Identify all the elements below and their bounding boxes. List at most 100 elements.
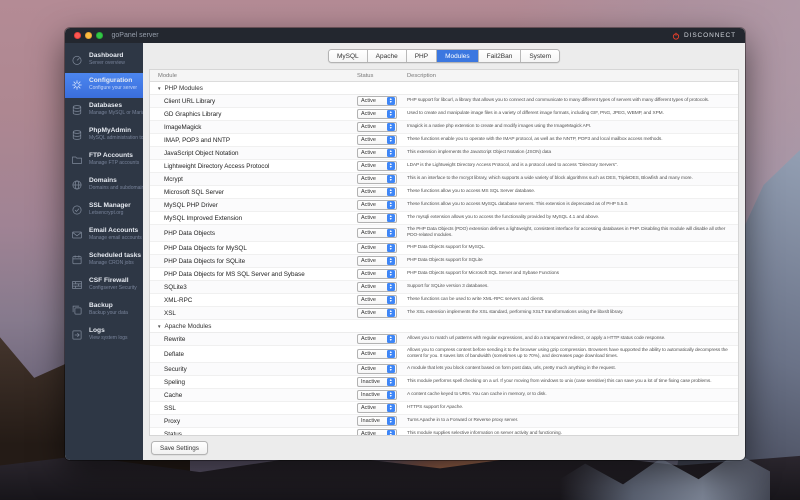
group-row-apache-modules[interactable]: ▼ Apache Modules [150, 320, 738, 333]
status-cell: Active ▲ ▼ [357, 243, 403, 253]
group-label: PHP Modules [164, 84, 203, 92]
status-select[interactable]: Active ▲ ▼ [357, 403, 397, 413]
sidebar-item-sublabel: Configserver Security [89, 285, 137, 291]
sidebar-item-backup[interactable]: Backup Backup your data [65, 298, 143, 323]
tab-php[interactable]: PHP [406, 50, 438, 62]
select-stepper-icon: ▲ ▼ [386, 365, 395, 373]
sidebar-item-dashboard[interactable]: Dashboard Server overview [65, 48, 143, 73]
zoom-window-button[interactable] [96, 32, 103, 39]
status-select[interactable]: Active ▲ ▼ [357, 213, 397, 223]
module-description: This module performs spell checking on a… [407, 379, 712, 384]
module-name: Rewrite [164, 335, 186, 343]
select-stepper-icon: ▲ ▼ [386, 378, 395, 386]
sidebar-item-label: SSL Manager [89, 202, 131, 209]
module-description: These functions allow you to access MySQ… [407, 202, 629, 207]
status-value: Active [361, 271, 376, 277]
status-select[interactable]: Active ▲ ▼ [357, 174, 397, 184]
tab-apache[interactable]: Apache [367, 50, 407, 62]
sidebar-item-label: Domains [89, 177, 117, 184]
footer-bar: Save Settings [143, 436, 745, 460]
status-select[interactable]: Active ▲ ▼ [357, 122, 397, 132]
module-description: PHP Data Objects support for SQLite [407, 258, 483, 263]
select-stepper-icon: ▲ ▼ [386, 188, 395, 196]
sidebar-item-sublabel: Domains and subdomains [89, 185, 143, 191]
module-description: Imagick is a native php extension to cre… [407, 124, 592, 129]
status-select[interactable]: Active ▲ ▼ [357, 135, 397, 145]
status-select[interactable]: Active ▲ ▼ [357, 364, 397, 374]
module-description: These functions can be used to write XML… [407, 297, 545, 302]
table-row: PHP Data Objects for MySQL Active ▲ ▼ PHP Da… [150, 242, 738, 255]
close-window-button[interactable] [74, 32, 81, 39]
sidebar-item-ftp-accounts[interactable]: FTP Accounts Manage FTP accounts [65, 148, 143, 173]
table-row: Security Active ▲ ▼ A module that lets you b… [150, 363, 738, 376]
status-select[interactable]: Active ▲ ▼ [357, 161, 397, 171]
module-name: Cache [164, 391, 183, 399]
status-select[interactable]: Active ▲ ▼ [357, 96, 397, 106]
status-select[interactable]: Active ▲ ▼ [357, 148, 397, 158]
module-name: Lightweight Directory Access Protocol [164, 162, 270, 170]
sidebar-item-domains[interactable]: Domains Domains and subdomains [65, 173, 143, 198]
module-description: PHP Data Objects support for MySQL. [407, 245, 486, 250]
tabs-bar: MySQL Apache PHP Modules Fail2Ban System [143, 43, 745, 69]
check-circle-icon [71, 202, 84, 223]
status-select[interactable]: Active ▲ ▼ [357, 282, 397, 292]
sidebar-item-databases[interactable]: DatabasesManage MySQL or MariaDB [65, 98, 143, 123]
modules-table: Module Status Description ▼ PHP Modules Cl… [149, 69, 739, 436]
status-select[interactable]: Active ▲ ▼ [357, 228, 397, 238]
status-select[interactable]: Active ▲ ▼ [357, 269, 397, 279]
sidebar-item-label: Databases [89, 102, 122, 109]
status-value: Active [361, 176, 376, 182]
tab-system[interactable]: System [521, 50, 559, 62]
status-select[interactable]: Active ▲ ▼ [357, 243, 397, 253]
status-value: Active [361, 150, 376, 156]
status-value: Active [361, 351, 376, 357]
status-select[interactable]: Active ▲ ▼ [357, 256, 397, 266]
status-select[interactable]: Inactive ▲ ▼ [357, 377, 397, 387]
tab-modules[interactable]: Modules [437, 50, 479, 62]
minimize-window-button[interactable] [85, 32, 92, 39]
module-name: PHP Data Objects for MySQL [164, 244, 247, 252]
status-select[interactable]: Active ▲ ▼ [357, 334, 397, 344]
module-description: Allows you to compress content before se… [407, 348, 728, 359]
sidebar-item-ssl-manager[interactable]: SSL Manager Letsencrypt.org [65, 198, 143, 223]
module-description: Allows you to match url patterns with re… [407, 336, 666, 341]
status-cell: Active ▲ ▼ [357, 269, 403, 279]
sidebar-item-text: FTP Accounts Manage FTP accounts [89, 152, 139, 173]
table-row: ImageMagick Active ▲ ▼ Imagick is a native p… [150, 121, 738, 134]
module-name: Client URL Library [164, 97, 216, 105]
status-select[interactable]: Active ▲ ▼ [357, 295, 397, 305]
table-row: Microsoft SQL Server Active ▲ ▼ These functi… [150, 186, 738, 199]
module-name: Speling [164, 378, 186, 386]
module-name: JavaScript Object Notation [164, 149, 239, 157]
sidebar-item-email-accounts[interactable]: Email Accounts Manage email accounts [65, 223, 143, 248]
status-select[interactable]: Inactive ▲ ▼ [357, 416, 397, 426]
status-select[interactable]: Active ▲ ▼ [357, 429, 397, 435]
module-description: A module that lets you block content bas… [407, 366, 616, 371]
status-select[interactable]: Inactive ▲ ▼ [357, 390, 397, 400]
status-select[interactable]: Active ▲ ▼ [357, 349, 397, 359]
status-select[interactable]: Active ▲ ▼ [357, 200, 397, 210]
status-value: Inactive [361, 392, 380, 398]
disconnect-button[interactable]: DISCONNECT [672, 32, 736, 40]
sidebar-item-phpmyadmin[interactable]: PhpMyAdmin MySQL administration tool [65, 123, 143, 148]
status-select[interactable]: Active ▲ ▼ [357, 187, 397, 197]
sidebar-item-text: CSF Firewall Configserver Security [89, 277, 137, 298]
status-value: Active [361, 189, 376, 195]
status-select[interactable]: Active ▲ ▼ [357, 109, 397, 119]
sidebar-item-csf-firewall[interactable]: CSF Firewall Configserver Security [65, 273, 143, 298]
status-select[interactable]: Active ▲ ▼ [357, 308, 397, 318]
sidebar-item-logs[interactable]: Logs View system logs [65, 323, 143, 348]
save-settings-button[interactable]: Save Settings [151, 441, 208, 455]
status-cell: Active ▲ ▼ [357, 96, 403, 106]
sidebar-item-scheduled-tasks[interactable]: Scheduled tasks Manage CRON jobs [65, 248, 143, 273]
sidebar-item-configuration[interactable]: Configuration Configure your server [65, 73, 143, 98]
group-row-php-modules[interactable]: ▼ PHP Modules [150, 82, 738, 95]
tab-fail2ban[interactable]: Fail2Ban [478, 50, 522, 62]
sidebar-item-text: DatabasesManage MySQL or MariaDB [89, 102, 143, 123]
status-cell: Active ▲ ▼ [357, 200, 403, 210]
disclosure-triangle-icon: ▼ [157, 85, 162, 91]
sidebar-item-text: SSL Manager Letsencrypt.org [89, 202, 131, 223]
sidebar-item-text: Email Accounts Manage email accounts [89, 227, 142, 248]
tab-mysql[interactable]: MySQL [329, 50, 368, 62]
database-icon [71, 102, 84, 123]
